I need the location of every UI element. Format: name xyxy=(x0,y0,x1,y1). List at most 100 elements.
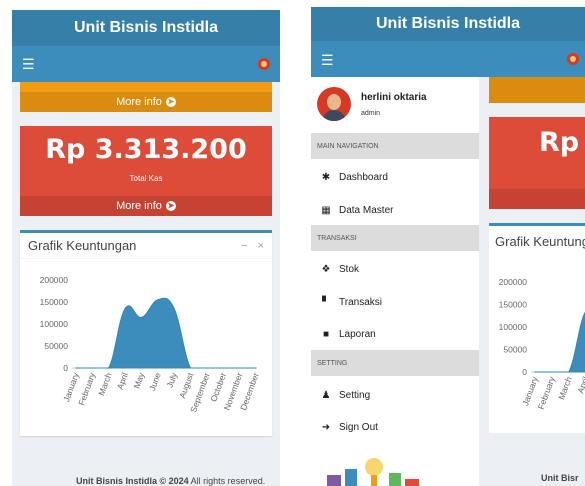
sidebar-item-laporan[interactable]: ■ Laporan xyxy=(311,322,479,346)
sidebar-item-dashboard[interactable]: ✱ Dashboard xyxy=(311,165,479,189)
sidebar-item-stok[interactable]: ❖ Stok xyxy=(311,257,479,281)
profit-area-series xyxy=(534,311,585,373)
data-point-march xyxy=(568,371,570,373)
user-avatar-icon[interactable] xyxy=(258,58,270,70)
sidebar-illustration xyxy=(327,458,419,486)
more-info-link[interactable] xyxy=(489,189,585,209)
hamburger-icon[interactable]: ☰ xyxy=(321,53,334,67)
section-transaksi: TRANSAKSI xyxy=(311,225,479,251)
data-point-june xyxy=(157,299,159,301)
app-title[interactable]: Unit Bisnis Instidla xyxy=(311,7,585,41)
x-tick-label: April xyxy=(115,371,130,391)
y-tick-label: 150000 xyxy=(499,300,528,310)
data-point-april xyxy=(124,308,126,310)
data-point-february xyxy=(551,371,553,373)
more-info-link[interactable]: More info ➤ xyxy=(20,92,272,112)
y-tick-label: 50000 xyxy=(503,345,527,355)
user-name: herlini oktaria xyxy=(361,92,427,103)
data-point-may xyxy=(140,316,143,318)
minimize-icon[interactable]: − xyxy=(241,240,247,252)
right-phone-view: Unit Bisnis Instidla ☰ Rp 3 Grafik Keunt… xyxy=(311,7,585,486)
chart-title: Grafik Keuntungan xyxy=(28,238,137,253)
sidebar: herlini oktaria admin MAIN NAVIGATION ✱ … xyxy=(311,77,479,486)
more-info-link[interactable]: More info ➤ xyxy=(20,196,272,216)
avatar xyxy=(317,87,351,121)
data-point-december xyxy=(255,367,257,369)
y-tick-label: 0 xyxy=(522,367,527,377)
stat-box-yellow: More info ➤ xyxy=(20,82,272,112)
user-avatar-icon[interactable] xyxy=(567,53,579,65)
total-kas-amount-partial: Rp 3 xyxy=(539,127,585,158)
sidebar-item-transaksi[interactable]: ▘ Transaksi xyxy=(311,290,479,314)
x-tick-label: May xyxy=(131,371,146,390)
section-main-navigation: MAIN NAVIGATION xyxy=(311,133,479,159)
y-tick-label: 0 xyxy=(63,363,68,373)
close-icon[interactable]: × xyxy=(258,240,264,252)
sidebar-item-label: Setting xyxy=(339,389,371,401)
app-title[interactable]: Unit Bisnis Instidla xyxy=(12,10,280,46)
profit-area-series xyxy=(76,297,256,369)
y-tick-label: 200000 xyxy=(499,277,528,287)
chart-box: Grafik Keuntung 0 50000 100000 150000 200000… xyxy=(489,223,585,433)
sidebar-item-label: Laporan xyxy=(339,328,376,340)
user-role: admin xyxy=(361,110,381,117)
section-setting: SETTING xyxy=(311,350,479,376)
top-navbar: ☰ xyxy=(12,46,280,82)
y-tick-label: 50000 xyxy=(44,341,68,351)
data-point-september xyxy=(206,367,208,369)
data-point-october xyxy=(222,367,224,369)
data-point-january xyxy=(534,371,536,373)
data-point-march xyxy=(108,367,110,369)
data-point-august xyxy=(189,367,192,369)
table-icon: ▦ xyxy=(321,204,331,216)
data-point-july xyxy=(173,308,175,310)
data-point-february xyxy=(91,367,93,369)
sidebar-item-label: Sign Out xyxy=(339,421,378,433)
stat-box-total-kas: Rp 3.313.200 Total Kas More info ➤ xyxy=(20,126,272,216)
stat-box-total-kas: Rp 3 xyxy=(489,117,585,209)
y-tick-label: 200000 xyxy=(40,275,69,285)
x-tick-label: June xyxy=(147,371,163,392)
x-tick-label: July xyxy=(164,371,179,389)
sidebar-item-data-master[interactable]: ▦ Data Master xyxy=(311,198,479,222)
content-behind-sidebar: Rp 3 Grafik Keuntung 0 50000 100000 150000 2… xyxy=(479,77,585,486)
sidebar-item-label: Stok xyxy=(339,263,360,275)
sidebar-item-label: Dashboard xyxy=(339,171,388,183)
sidebar-item-setting[interactable]: ♟ Setting xyxy=(311,383,479,407)
total-kas-amount: Rp 3.313.200 xyxy=(45,134,247,165)
footer-partial: Unit Bisr xyxy=(541,473,579,483)
x-tick-label: March xyxy=(96,371,114,397)
y-tick-label: 100000 xyxy=(40,319,69,329)
more-info-label: More info xyxy=(116,200,162,212)
cart-icon: ▘ xyxy=(322,296,330,308)
y-tick-label: 150000 xyxy=(40,297,69,307)
sign-out-icon: ➜ xyxy=(321,421,331,433)
cubes-icon: ❖ xyxy=(321,263,331,275)
x-tick-label: April xyxy=(575,375,585,395)
user-icon: ♟ xyxy=(321,389,331,401)
data-point-november xyxy=(239,367,241,369)
chart-box-header: Grafik Keuntungan − × xyxy=(20,233,272,259)
user-panel: herlini oktaria admin xyxy=(311,77,479,133)
y-tick-label: 100000 xyxy=(499,322,528,332)
x-tick-label: March xyxy=(556,375,574,401)
total-kas-label: Total Kas xyxy=(129,174,163,183)
hamburger-icon[interactable]: ☰ xyxy=(22,57,35,71)
sidebar-item-sign-out[interactable]: ➜ Sign Out xyxy=(311,415,479,439)
stat-box-yellow xyxy=(489,77,585,103)
profit-area-chart-partial: 050000100000150000200000JanuaryFebruary M… xyxy=(499,277,585,411)
profit-area-chart: 050000100000150000200000JanuaryFebruaryM… xyxy=(40,275,261,414)
more-info-label: More info xyxy=(116,96,162,108)
footer-rights: All rights reserved. xyxy=(188,476,266,486)
folder-icon: ■ xyxy=(322,328,330,340)
footer: Unit Bisnis Instidla © 2024 All rights r… xyxy=(76,476,265,486)
left-phone-view: Unit Bisnis Instidla ☰ More info ➤ Rp 3.… xyxy=(12,10,280,486)
sidebar-item-label: Transaksi xyxy=(339,296,382,308)
dashboard-icon: ✱ xyxy=(321,171,331,183)
sidebar-item-label: Data Master xyxy=(339,204,394,216)
chart-title-partial: Grafik Keuntung xyxy=(495,234,585,249)
data-point-january xyxy=(75,367,77,369)
arrow-circle-right-icon: ➤ xyxy=(165,97,176,107)
box-tools: − × xyxy=(241,240,264,252)
footer-brand: Unit Bisnis Instidla © 2024 xyxy=(76,476,189,486)
